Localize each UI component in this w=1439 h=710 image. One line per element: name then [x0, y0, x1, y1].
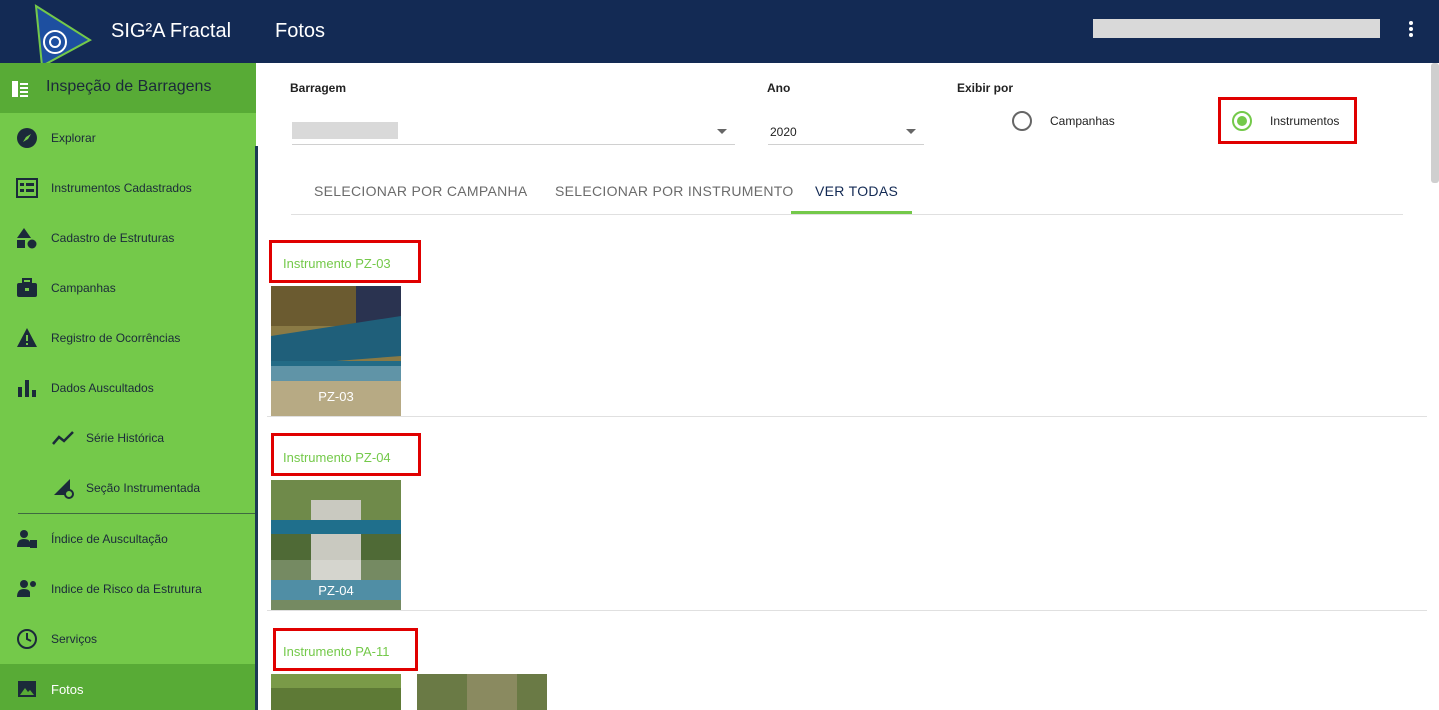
- sidebar-item-label: Campanhas: [51, 281, 116, 295]
- tabs-divider: [291, 214, 1403, 215]
- section-gear-icon: [54, 479, 74, 499]
- chevron-down-icon: [717, 129, 727, 134]
- top-app-bar: SIG²A Fractal Fotos: [0, 0, 1439, 68]
- exibir-por-label: Exibir por: [957, 81, 1014, 95]
- sidebar-item-label: Cadastro de Estruturas: [51, 231, 175, 245]
- grid-list-icon: [16, 178, 38, 198]
- barragem-value-redacted: [292, 122, 398, 139]
- chevron-down-icon: [906, 129, 916, 134]
- app-title: SIG²A Fractal: [111, 20, 232, 42]
- radio-instrumentos-label[interactable]: Instrumentos: [1270, 114, 1339, 128]
- sidebar-item-label: Instrumentos Cadastrados: [51, 181, 192, 195]
- instrument-photo[interactable]: [271, 674, 401, 710]
- ano-value: 2020: [770, 125, 797, 139]
- sidebar-item-indice-auscultacao[interactable]: Índice de Auscultação: [0, 514, 256, 564]
- compass-icon: [17, 128, 37, 148]
- instrument-photo[interactable]: PZ-03: [271, 286, 401, 416]
- bar-chart-icon: [18, 380, 36, 397]
- sidebar-scrollbar[interactable]: [255, 146, 258, 710]
- warning-icon: [17, 328, 37, 347]
- sidebar-item-registro-ocorrencias[interactable]: Registro de Ocorrências: [0, 313, 256, 363]
- sidebar-section-title: Inspeção de Barragens: [46, 78, 212, 95]
- instrument-title: Instrumento PZ-04: [283, 450, 391, 465]
- sidebar-item-serie-historica[interactable]: Série Histórica: [0, 413, 256, 463]
- tab-ver-todas[interactable]: VER TODAS: [815, 183, 898, 221]
- section-divider: [267, 416, 1427, 417]
- sidebar-item-label: Seção Instrumentada: [86, 481, 201, 495]
- instrument-title: Instrumento PA-11: [283, 644, 390, 659]
- photo-caption: PZ-03: [318, 389, 354, 404]
- photo-image: [417, 674, 547, 710]
- page-title: Fotos: [275, 20, 326, 42]
- briefcase-icon: [17, 278, 37, 297]
- sidebar-item-label: Indice de Risco da Estrutura: [51, 582, 202, 596]
- sidebar-item-instrumentos-cadastrados[interactable]: Instrumentos Cadastrados: [0, 163, 256, 213]
- sidebar-item-label: Série Histórica: [86, 431, 165, 445]
- page-scrollbar[interactable]: [1431, 63, 1439, 183]
- radio-instrumentos[interactable]: [1232, 111, 1252, 131]
- sidebar-item-label: Explorar: [51, 131, 96, 145]
- photo-caption: PZ-04: [318, 583, 354, 598]
- person-gear-icon: [17, 580, 36, 597]
- shapes-icon: [17, 228, 37, 249]
- instrument-photo[interactable]: [417, 674, 547, 710]
- ano-label: Ano: [767, 81, 791, 95]
- more-vert-icon[interactable]: [1402, 19, 1420, 43]
- sidebar: Inspeção de Barragens Explorar Instrumen…: [0, 63, 256, 710]
- clock-icon: [17, 629, 37, 649]
- sidebar-item-label: Serviços: [51, 632, 98, 646]
- sidebar-item-campanhas[interactable]: Campanhas: [0, 263, 256, 313]
- dam-icon: [12, 81, 28, 97]
- sidebar-item-label: Índice de Auscultação: [51, 532, 168, 546]
- sidebar-item-cadastro-estruturas[interactable]: Cadastro de Estruturas: [0, 213, 256, 263]
- trend-line-icon: [52, 431, 74, 445]
- image-icon: [18, 681, 36, 697]
- sidebar-item-dados-auscultados[interactable]: Dados Auscultados: [0, 363, 256, 413]
- instrument-title: Instrumento PZ-03: [283, 256, 391, 271]
- sidebar-item-servicos[interactable]: Serviços: [0, 614, 256, 664]
- sidebar-item-label: Registro de Ocorrências: [51, 331, 181, 345]
- photo-image: [271, 674, 401, 710]
- barragem-label: Barragem: [290, 81, 347, 95]
- tab-selecionar-instrumento[interactable]: SELECIONAR POR INSTRUMENTO: [555, 183, 794, 221]
- person-badge-icon: [17, 530, 37, 548]
- instrument-photo[interactable]: PZ-04: [271, 480, 401, 610]
- sidebar-item-secao-instrumentada[interactable]: Seção Instrumentada: [0, 463, 256, 513]
- ano-select[interactable]: 2020: [768, 117, 924, 145]
- tab-active-indicator: [791, 211, 912, 214]
- section-divider: [267, 610, 1427, 611]
- sidebar-item-indice-risco[interactable]: Indice de Risco da Estrutura: [0, 564, 256, 614]
- sidebar-section-header: Inspeção de Barragens: [0, 63, 256, 113]
- sidebar-item-explorar[interactable]: Explorar: [0, 113, 256, 163]
- radio-campanhas-label[interactable]: Campanhas: [1050, 114, 1115, 128]
- user-info-redacted: [1093, 19, 1380, 38]
- tab-selecionar-campanha[interactable]: SELECIONAR POR CAMPANHA: [314, 183, 528, 221]
- sidebar-item-label: Dados Auscultados: [51, 381, 154, 395]
- app-logo-icon[interactable]: [22, 4, 92, 68]
- sidebar-item-label: Fotos: [51, 682, 84, 697]
- radio-campanhas[interactable]: [1012, 111, 1032, 131]
- sidebar-item-fotos[interactable]: Fotos: [0, 664, 256, 710]
